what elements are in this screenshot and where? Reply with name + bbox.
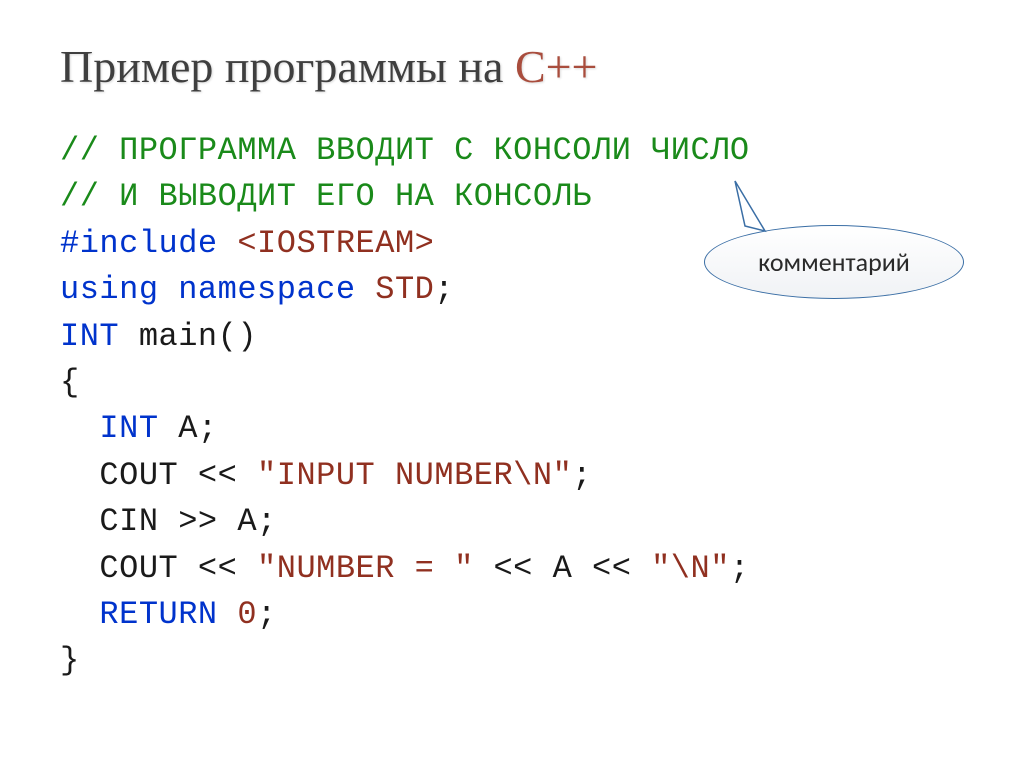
semicolon-2: ; (198, 410, 218, 447)
callout-label: комментарий (758, 246, 910, 278)
semicolon-4: ; (257, 503, 277, 540)
cout-1: COUT (99, 457, 178, 494)
comment-line-1: // программа вводит с консоли число (60, 132, 750, 169)
callout-bubble: комментарий (704, 225, 964, 299)
var-a: A (178, 410, 198, 447)
title-accent: С++ (515, 41, 598, 92)
callout-tail-icon (730, 176, 790, 236)
include-header: <IOSTREAM> (237, 225, 434, 262)
cout-2: COUT (99, 550, 178, 587)
var-a-3: A (553, 550, 573, 587)
parens: () (218, 318, 257, 355)
lshift-4: << (572, 550, 651, 587)
int-keyword: INT (60, 318, 119, 355)
code-block: // программа вводит с консоли число // и… (60, 128, 964, 685)
lshift-1: << (178, 457, 257, 494)
semicolon: ; (434, 271, 454, 308)
semicolon-3: ; (572, 457, 592, 494)
string-number: "NUMBER = " (257, 550, 474, 587)
cin: CIN (99, 503, 158, 540)
using-keyword: using (60, 271, 159, 308)
zero-literal: 0 (237, 596, 257, 633)
lshift-3: << (474, 550, 553, 587)
main-identifier: main (139, 318, 218, 355)
callout-annotation: комментарий (704, 225, 964, 299)
std-identifier: STD (375, 271, 434, 308)
int-keyword-2: INT (99, 410, 158, 447)
comment-line-2: // и выводит его на консоль (60, 178, 592, 215)
title-prefix: Пример программы на (60, 41, 515, 92)
string-nl: "\N" (651, 550, 730, 587)
namespace-keyword: namespace (178, 271, 355, 308)
var-a-2: A (237, 503, 257, 540)
include-keyword: #include (60, 225, 218, 262)
rbrace: } (60, 642, 80, 679)
rshift: >> (159, 503, 238, 540)
semicolon-6: ; (257, 596, 277, 633)
string-input: "INPUT NUMBER\N" (257, 457, 572, 494)
return-keyword: RETURN (99, 596, 217, 633)
lbrace: { (60, 364, 80, 401)
lshift-2: << (178, 550, 257, 587)
semicolon-5: ; (730, 550, 750, 587)
slide-title: Пример программы на С++ (60, 40, 964, 93)
